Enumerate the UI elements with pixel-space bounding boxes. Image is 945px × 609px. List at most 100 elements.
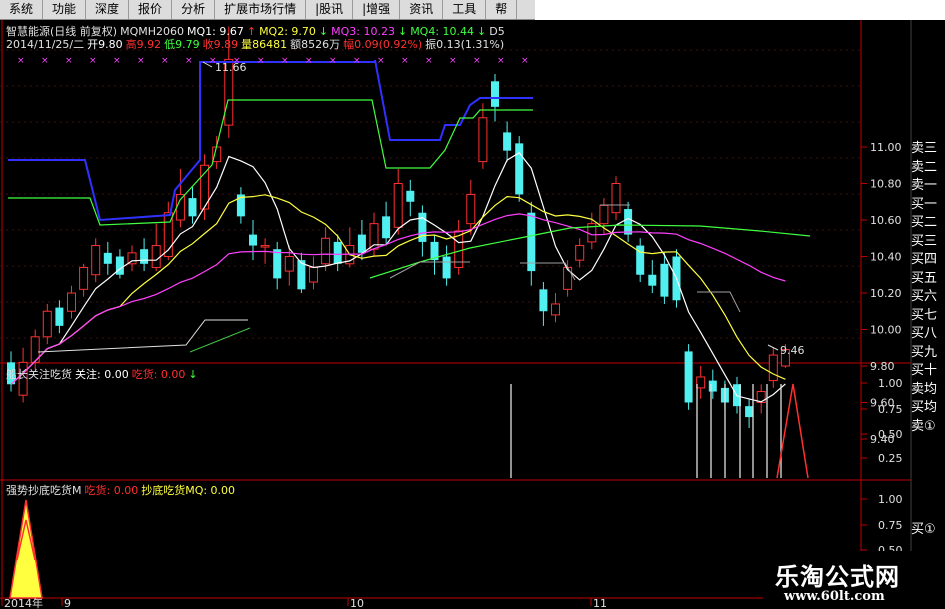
candlestick: [768, 347, 778, 388]
indicator-axis-label: 1.00: [878, 377, 903, 390]
header-field: 高9.92: [125, 38, 162, 51]
indicator-header-2: 强势抄底吃货M 吃货: 0.00 抄底吃货MQ: 0.00: [6, 485, 238, 497]
candle-body: [466, 193, 476, 225]
order-book-label: 卖均: [911, 381, 938, 397]
candle-body: [648, 274, 657, 286]
header-field: D5: [489, 25, 505, 38]
candle-body: [42, 310, 52, 338]
candle-body: [599, 204, 609, 225]
candlestick: [175, 168, 185, 228]
price-axis-label: 10.00: [870, 324, 902, 337]
order-book-label: 买二: [911, 215, 938, 230]
candle-body: [527, 212, 536, 272]
support-line: [37, 319, 248, 353]
signal-marker: ×: [161, 56, 169, 66]
price-header-line-2: 2014/11/25/二 开9.80 高9.92 低9.79 收9.89 量86481 额8…: [6, 39, 507, 51]
price-axis-label: 10.80: [870, 178, 902, 191]
order-book-label: 买七: [911, 307, 938, 323]
candle-body: [321, 237, 331, 265]
menu-item-4[interactable]: 分析: [172, 0, 216, 19]
header-field: 强势抄底吃货M: [6, 484, 82, 497]
signal-marker: ×: [257, 56, 265, 66]
menu-item-5[interactable]: 扩展市场行情: [215, 0, 307, 19]
price-header-line-1: 智慧能源(日线 前复权) MQMH2060 MQ1: 9.67 ↑ MQ2: 9.70 ↓…: [6, 26, 508, 38]
bottom-signal-triangle: [9, 499, 43, 599]
header-field: ↓: [188, 368, 198, 381]
candle-body: [515, 143, 524, 195]
stock-chart[interactable]: × × × × × × × × × × × × × × × × × × × × × × 11.0010.8010.6010…: [0, 0, 945, 609]
candlestick: [115, 249, 124, 279]
candlestick: [756, 384, 766, 414]
candle-body: [309, 266, 318, 283]
header-field: 吃货: 0.00: [131, 368, 186, 381]
candle-body: [333, 241, 342, 264]
signal-marker: ×: [137, 56, 145, 66]
candlestick: [515, 136, 524, 202]
candle-body: [478, 117, 488, 163]
order-book-panel: 卖三 卖二 卖一 买一 买二 买三 买四 买五 买六 买七 买八 买九 买十 卖均 买均 卖①: [911, 140, 945, 436]
signal-marker: ×: [377, 56, 385, 66]
order-book-label: 卖一: [911, 178, 938, 193]
candlestick: [393, 168, 403, 235]
chart-frame: [0, 20, 912, 609]
candlestick: [527, 201, 536, 286]
menu-item-8[interactable]: 资讯: [400, 0, 444, 19]
candlestick: [406, 179, 415, 217]
menu-bar: 系统 功能 深度 报价 分析 扩展市场行情 |股讯 |增强 资讯 工具帮: [0, 0, 535, 20]
order-book-label: 卖二: [911, 159, 938, 175]
candlestick: [624, 201, 633, 242]
menu-item-9[interactable]: 工具: [443, 0, 487, 19]
candlestick: [42, 303, 52, 345]
support-line-green: [189, 327, 251, 353]
candle-body: [442, 256, 451, 279]
signal-marker: ×: [425, 56, 433, 66]
menu-item-2[interactable]: 深度: [86, 0, 130, 19]
candlestick: [454, 220, 464, 275]
menu-item-6[interactable]: |股讯: [306, 0, 354, 19]
order-book-label: 卖三: [911, 141, 938, 156]
menu-item-7[interactable]: |增强: [353, 0, 401, 19]
indicator-axis-label: 0.50: [878, 428, 903, 441]
candle-body: [284, 256, 294, 272]
header-field: MQ2: 9.70: [259, 25, 316, 38]
menu-item-10[interactable]: 帮: [486, 0, 518, 19]
menu-item-0[interactable]: 系统: [0, 0, 44, 19]
candle-body: [539, 289, 548, 312]
candle-body: [382, 216, 391, 239]
candlestick: [309, 256, 318, 290]
chart-labels: 11.0010.8010.6010.4010.2010.009.809.609.…: [4, 61, 903, 609]
candle-body: [563, 266, 573, 290]
header-field: 低9.79: [164, 38, 200, 51]
price-axis-label: 9.80: [870, 360, 895, 373]
candle-body: [175, 193, 185, 221]
candlestick: [273, 241, 282, 290]
candlestick: [503, 121, 512, 162]
candle-body: [55, 307, 64, 326]
header-field: ↑: [246, 25, 257, 38]
indicator-axis-label: 0.75: [878, 519, 903, 532]
candle-body: [188, 198, 197, 217]
header-field: 抄底吃货MQ: 0.00: [141, 484, 236, 497]
signal-marker: ×: [281, 56, 289, 66]
menu-item-1[interactable]: 功能: [43, 0, 87, 19]
candlestick: [539, 282, 548, 326]
candlestick: [418, 205, 427, 257]
header-field: ↓: [318, 25, 329, 38]
header-field: 智慧能源(日线 前复权): [6, 25, 118, 38]
signal-marker: ×: [329, 56, 337, 66]
candlestick: [382, 201, 391, 246]
header-field: 吃货: 0.00: [84, 484, 139, 497]
candle-body: [103, 252, 112, 264]
candle-body: [418, 212, 427, 242]
candle-body: [551, 303, 560, 316]
header-field: ↓: [477, 25, 487, 38]
candle-body: [696, 376, 706, 389]
header-field: 额8526万: [290, 38, 341, 51]
menu-item-3[interactable]: 报价: [129, 0, 173, 19]
candlestick: [575, 238, 585, 268]
candlestick: [200, 154, 210, 220]
candlestick: [127, 245, 137, 272]
candle-body: [393, 183, 403, 228]
candle-body: [611, 183, 621, 214]
candlestick: [236, 187, 245, 224]
